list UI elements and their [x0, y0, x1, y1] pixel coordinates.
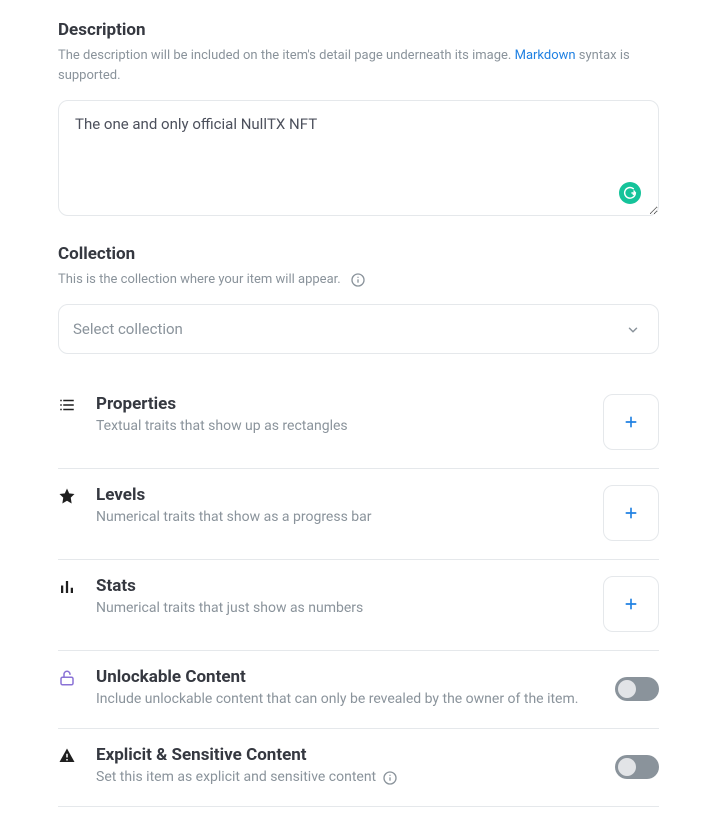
description-textarea-wrap	[58, 100, 659, 220]
explicit-toggle[interactable]	[615, 755, 659, 779]
levels-body: Levels Numerical traits that show as a p…	[96, 485, 603, 528]
add-stats-button[interactable]	[603, 576, 659, 632]
chevron-down-icon	[626, 322, 640, 336]
stats-title: Stats	[96, 576, 603, 596]
stats-row: Stats Numerical traits that just show as…	[58, 560, 659, 651]
unlockable-toggle[interactable]	[615, 677, 659, 701]
description-textarea[interactable]	[58, 100, 659, 216]
list-icon	[58, 396, 80, 418]
description-help-pre: The description will be included on the …	[58, 48, 515, 63]
unlock-icon	[58, 669, 80, 691]
description-title: Description	[58, 20, 659, 40]
levels-row: Levels Numerical traits that show as a p…	[58, 469, 659, 560]
explicit-desc-row: Set this item as explicit and sensitive …	[96, 767, 615, 788]
stats-body: Stats Numerical traits that just show as…	[96, 576, 603, 619]
unlockable-desc: Include unlockable content that can only…	[96, 689, 615, 710]
unlockable-row: Unlockable Content Include unlockable co…	[58, 651, 659, 729]
properties-title: Properties	[96, 394, 603, 414]
grammarly-icon[interactable]	[619, 182, 641, 204]
explicit-title: Explicit & Sensitive Content	[96, 745, 615, 765]
properties-desc: Textual traits that show up as rectangle…	[96, 416, 603, 437]
explicit-row: Explicit & Sensitive Content Set this it…	[58, 729, 659, 807]
warning-icon	[58, 747, 80, 769]
info-icon[interactable]	[382, 770, 398, 786]
properties-body: Properties Textual traits that show up a…	[96, 394, 603, 437]
collection-select-placeholder: Select collection	[73, 320, 183, 338]
collection-select[interactable]: Select collection	[58, 304, 659, 354]
levels-title: Levels	[96, 485, 603, 505]
collection-help-row: This is the collection where your item w…	[58, 270, 659, 290]
properties-row: Properties Textual traits that show up a…	[58, 378, 659, 469]
explicit-desc: Set this item as explicit and sensitive …	[96, 767, 376, 788]
description-section: Description The description will be incl…	[58, 20, 659, 220]
unlockable-title: Unlockable Content	[96, 667, 615, 687]
collection-section: Collection This is the collection where …	[58, 244, 659, 354]
star-icon	[58, 487, 80, 509]
unlockable-body: Unlockable Content Include unlockable co…	[96, 667, 615, 710]
markdown-link[interactable]: Markdown	[515, 48, 576, 63]
collection-title: Collection	[58, 244, 659, 264]
collection-help: This is the collection where your item w…	[58, 272, 341, 287]
explicit-body: Explicit & Sensitive Content Set this it…	[96, 745, 615, 788]
levels-desc: Numerical traits that show as a progress…	[96, 507, 603, 528]
bars-icon	[58, 578, 80, 600]
info-icon[interactable]	[350, 272, 366, 288]
stats-desc: Numerical traits that just show as numbe…	[96, 598, 603, 619]
description-help: The description will be included on the …	[58, 46, 659, 86]
add-levels-button[interactable]	[603, 485, 659, 541]
add-properties-button[interactable]	[603, 394, 659, 450]
